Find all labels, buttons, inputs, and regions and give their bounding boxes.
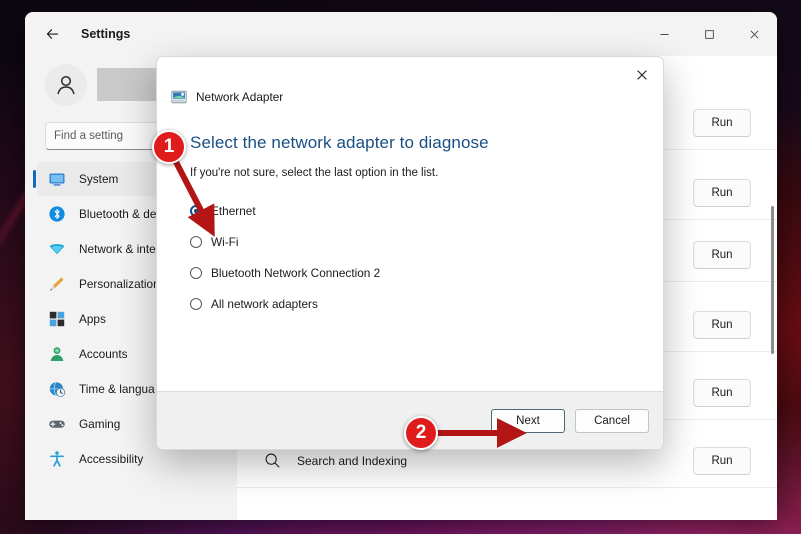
avatar <box>45 64 87 106</box>
radio-option-wifi[interactable]: Wi-Fi <box>190 232 663 252</box>
run-button[interactable]: Run <box>693 108 751 137</box>
person-icon <box>57 75 75 95</box>
close-window-button[interactable] <box>732 12 777 56</box>
run-button[interactable]: Run <box>693 446 751 475</box>
row-label: Search and Indexing <box>297 453 408 468</box>
dialog-heading: Select the network adapter to diagnose <box>190 133 489 152</box>
back-button[interactable] <box>37 20 67 48</box>
run-button[interactable]: Run <box>693 378 751 407</box>
run-button[interactable]: Run <box>693 310 751 339</box>
sidebar-item-label: Network & inte <box>79 242 156 256</box>
sidebar-item-label: Gaming <box>79 417 121 431</box>
apps-icon <box>47 309 67 329</box>
sidebar-item-label: Accounts <box>79 347 128 361</box>
sidebar-item-label: Accessibility <box>79 452 144 466</box>
radio-indicator <box>190 236 202 248</box>
paintbrush-icon <box>47 274 67 294</box>
radio-option-ethernet[interactable]: Ethernet <box>190 201 663 221</box>
annotation-marker-2: 2 <box>404 416 438 450</box>
content-scrollbar[interactable] <box>771 206 774 354</box>
dialog-subtext: If you're not sure, select the last opti… <box>190 167 439 179</box>
clock-globe-icon <box>47 379 67 399</box>
account-icon <box>47 344 67 364</box>
network-adapter-icon <box>171 89 187 105</box>
sidebar-item-label: Personalization <box>79 277 160 291</box>
dialog-appbar: Network Adapter <box>157 57 663 105</box>
adapter-radio-group: Ethernet Wi-Fi Bluetooth Network Connect… <box>190 201 663 314</box>
next-button[interactable]: Next <box>491 408 565 433</box>
radio-option-bluetooth-network-connection-2[interactable]: Bluetooth Network Connection 2 <box>190 263 663 283</box>
app-title: Settings <box>81 27 131 41</box>
radio-label: Bluetooth Network Connection 2 <box>211 266 381 280</box>
back-arrow-icon <box>46 28 58 39</box>
radio-indicator <box>190 267 202 279</box>
sidebar-item-label: Apps <box>79 312 106 326</box>
minimize-button[interactable] <box>642 12 687 56</box>
search-input-text: Find a setting <box>54 130 124 142</box>
radio-indicator <box>190 205 202 217</box>
cancel-button[interactable]: Cancel <box>575 408 649 433</box>
monitor-icon <box>47 169 67 189</box>
run-button[interactable]: Run <box>693 178 751 207</box>
radio-option-all-network-adapters[interactable]: All network adapters <box>190 294 663 314</box>
radio-label: Wi-Fi <box>211 235 239 249</box>
window-controls <box>642 12 777 56</box>
dialog-app-title: Network Adapter <box>196 90 284 104</box>
minimize-icon <box>660 33 669 35</box>
radio-indicator <box>190 298 202 310</box>
window-titlebar: Settings <box>25 12 777 56</box>
sidebar-item-label: Bluetooth & de <box>79 207 157 221</box>
close-icon <box>750 30 759 38</box>
sidebar-item-label: System <box>79 172 119 186</box>
close-icon <box>637 70 647 80</box>
bluetooth-icon <box>47 204 67 224</box>
gamepad-icon <box>47 414 67 434</box>
accessibility-icon <box>47 449 67 469</box>
run-button[interactable]: Run <box>693 240 751 269</box>
maximize-button[interactable] <box>687 12 732 56</box>
maximize-icon <box>705 29 714 39</box>
radio-label: All network adapters <box>211 297 318 311</box>
sidebar-item-label: Time & langua <box>79 382 155 396</box>
dialog-close-button[interactable] <box>625 61 659 89</box>
network-adapter-dialog: Network Adapter Select the network adapt… <box>156 56 664 450</box>
radio-label: Ethernet <box>211 204 256 218</box>
annotation-marker-1: 1 <box>152 130 186 164</box>
network-icon <box>47 239 67 259</box>
search-circle-icon <box>261 452 283 469</box>
